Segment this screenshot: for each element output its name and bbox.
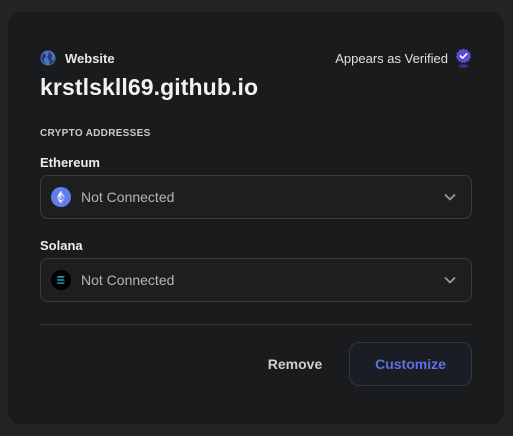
solana-value: Not Connected: [81, 272, 175, 288]
globe-icon: [40, 50, 56, 66]
solana-select[interactable]: Not Connected: [40, 258, 472, 302]
record-type-label: Website: [65, 50, 115, 66]
ethereum-icon: [51, 187, 71, 207]
divider: [40, 324, 472, 325]
remove-button[interactable]: Remove: [255, 343, 335, 385]
customize-button[interactable]: Customize: [349, 342, 472, 386]
crypto-section-title: CRYPTO ADDRESSES: [40, 128, 151, 139]
record-card: Website Appears as Verified krstlskll69.…: [8, 12, 504, 424]
domain-name: krstlskll69.github.io: [40, 74, 259, 100]
record-type: Website: [40, 50, 115, 66]
ethereum-value: Not Connected: [81, 189, 175, 205]
solana-icon: [51, 270, 71, 290]
ethereum-label: Ethereum: [40, 155, 100, 170]
chevron-down-icon: [444, 194, 456, 201]
verified-label: Appears as Verified: [335, 50, 448, 66]
solana-label: Solana: [40, 238, 83, 253]
chevron-down-icon: [444, 277, 456, 284]
ethereum-select[interactable]: Not Connected: [40, 175, 472, 219]
verified-badge-icon: [455, 48, 472, 68]
card-header: Website Appears as Verified: [40, 47, 472, 69]
verified-status: Appears as Verified: [335, 48, 472, 68]
